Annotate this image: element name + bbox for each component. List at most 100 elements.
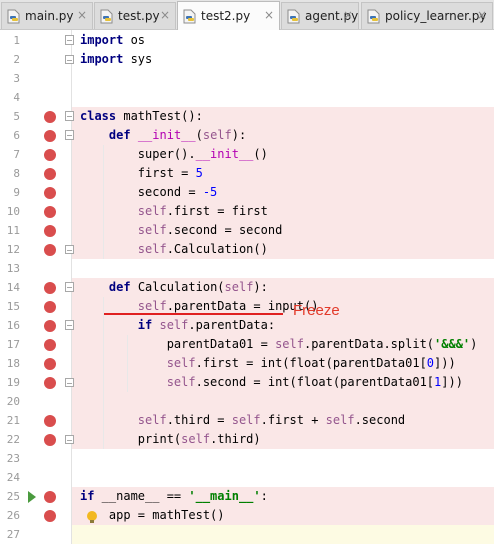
breakpoint-icon[interactable]: [44, 434, 56, 446]
fold-marker-icon[interactable]: [65, 282, 74, 292]
breakpoint-icon[interactable]: [44, 415, 56, 427]
line-number[interactable]: 19: [0, 376, 20, 389]
tab-agent-py[interactable]: agent.py ×: [281, 2, 359, 29]
code-line[interactable]: 14 def Calculation(self):: [0, 278, 494, 297]
code-line[interactable]: 6 def __init__(self):: [0, 126, 494, 145]
code-line[interactable]: 22 print(self.third): [0, 430, 494, 449]
fold-marker-icon[interactable]: [65, 130, 74, 140]
code-line[interactable]: 13: [0, 259, 494, 278]
breakpoint-icon[interactable]: [44, 244, 56, 256]
code-line[interactable]: 24: [0, 468, 494, 487]
breakpoint-icon[interactable]: [44, 339, 56, 351]
line-number[interactable]: 17: [0, 338, 20, 351]
code-line[interactable]: 10 self.first = first: [0, 202, 494, 221]
code-line[interactable]: 8 first = 5: [0, 164, 494, 183]
line-number[interactable]: 12: [0, 243, 20, 256]
breakpoint-icon[interactable]: [44, 225, 56, 237]
tab-test-py[interactable]: test.py ×: [94, 2, 176, 29]
breakpoint-icon[interactable]: [44, 358, 56, 370]
fold-marker-icon[interactable]: [65, 111, 74, 121]
line-number[interactable]: 26: [0, 509, 20, 522]
breakpoint-icon[interactable]: [44, 377, 56, 389]
line-number[interactable]: 5: [0, 110, 20, 123]
python-file-icon: [100, 9, 113, 23]
line-number[interactable]: 4: [0, 91, 20, 104]
tab-test2-py[interactable]: test2.py ×: [177, 1, 280, 30]
breakpoint-icon[interactable]: [44, 168, 56, 180]
close-tab-icon[interactable]: ×: [264, 8, 274, 22]
code-text: def Calculation(self):: [108, 280, 268, 294]
line-number[interactable]: 9: [0, 186, 20, 199]
line-number[interactable]: 3: [0, 72, 20, 85]
code-line[interactable]: 3: [0, 69, 494, 88]
line-number[interactable]: 2: [0, 53, 20, 66]
code-line[interactable]: 25 if __name__ == '__main__':: [0, 487, 494, 506]
code-line[interactable]: 26 app = mathTest(): [0, 506, 494, 525]
line-number[interactable]: 24: [0, 471, 20, 484]
python-file-icon: [7, 9, 20, 23]
code-line[interactable]: 11 self.second = second: [0, 221, 494, 240]
code-text: parentData01 = self.parentData.split('&&…: [80, 337, 478, 351]
code-line[interactable]: 23: [0, 449, 494, 468]
code-line[interactable]: 27: [0, 525, 494, 544]
line-number[interactable]: 13: [0, 262, 20, 275]
fold-marker-icon[interactable]: [65, 35, 74, 45]
line-number[interactable]: 25: [0, 490, 20, 503]
line-number[interactable]: 14: [0, 281, 20, 294]
breakpoint-icon[interactable]: [44, 491, 56, 503]
line-number[interactable]: 16: [0, 319, 20, 332]
line-number[interactable]: 21: [0, 414, 20, 427]
code-line[interactable]: 19 self.second = int(float(parentData01[…: [0, 373, 494, 392]
code-text: if self.parentData:: [137, 318, 276, 332]
python-file-icon: [287, 9, 300, 23]
line-number[interactable]: 22: [0, 433, 20, 446]
fold-marker-icon[interactable]: [65, 435, 74, 444]
run-arrow-icon[interactable]: [28, 491, 36, 503]
line-number[interactable]: 23: [0, 452, 20, 465]
code-editor[interactable]: 1 import os 2 import sys 3 4 5 class mathTest()…: [0, 30, 494, 544]
code-line[interactable]: 18 self.first = int(float(parentData01[0…: [0, 354, 494, 373]
line-number[interactable]: 18: [0, 357, 20, 370]
close-tab-icon[interactable]: ×: [343, 8, 353, 22]
line-number[interactable]: 15: [0, 300, 20, 313]
code-line[interactable]: 4: [0, 88, 494, 107]
code-line[interactable]: 12 self.Calculation(): [0, 240, 494, 259]
line-number[interactable]: 20: [0, 395, 20, 408]
code-line[interactable]: 5 class mathTest():: [0, 107, 494, 126]
fold-marker-icon[interactable]: [65, 378, 74, 387]
fold-marker-icon[interactable]: [65, 320, 74, 330]
breakpoint-icon[interactable]: [44, 320, 56, 332]
breakpoint-icon[interactable]: [44, 510, 56, 522]
line-number[interactable]: 10: [0, 205, 20, 218]
fold-marker-icon[interactable]: [65, 245, 74, 254]
tab-policy-learner-py[interactable]: policy_learner.py ×: [361, 2, 493, 29]
breakpoint-icon[interactable]: [44, 149, 56, 161]
code-line[interactable]: 2 import sys: [0, 50, 494, 69]
code-line[interactable]: 16 if self.parentData:: [0, 316, 494, 335]
line-number[interactable]: 7: [0, 148, 20, 161]
code-line[interactable]: 21 self.third = self.first + self.second: [0, 411, 494, 430]
code-line[interactable]: 1 import os: [0, 31, 494, 50]
line-number[interactable]: 6: [0, 129, 20, 142]
line-number[interactable]: 27: [0, 528, 20, 541]
line-number[interactable]: 8: [0, 167, 20, 180]
code-line[interactable]: 17 parentData01 = self.parentData.split(…: [0, 335, 494, 354]
indent-guide: [103, 145, 104, 259]
line-number[interactable]: 1: [0, 34, 20, 47]
code-line[interactable]: 7 super().__init__(): [0, 145, 494, 164]
breakpoint-icon[interactable]: [44, 111, 56, 123]
close-tab-icon[interactable]: ×: [77, 8, 87, 22]
breakpoint-icon[interactable]: [44, 206, 56, 218]
close-tab-icon[interactable]: ×: [160, 8, 170, 22]
code-line[interactable]: 9 second = -5: [0, 183, 494, 202]
close-tab-icon[interactable]: ×: [477, 8, 487, 22]
code-line[interactable]: 20: [0, 392, 494, 411]
breakpoint-icon[interactable]: [44, 282, 56, 294]
breakpoint-icon[interactable]: [44, 187, 56, 199]
line-number[interactable]: 11: [0, 224, 20, 237]
indent-guide: [127, 335, 128, 392]
tab-main-py[interactable]: main.py ×: [1, 2, 93, 29]
breakpoint-icon[interactable]: [44, 130, 56, 142]
breakpoint-icon[interactable]: [44, 301, 56, 313]
fold-marker-icon[interactable]: [65, 55, 74, 64]
